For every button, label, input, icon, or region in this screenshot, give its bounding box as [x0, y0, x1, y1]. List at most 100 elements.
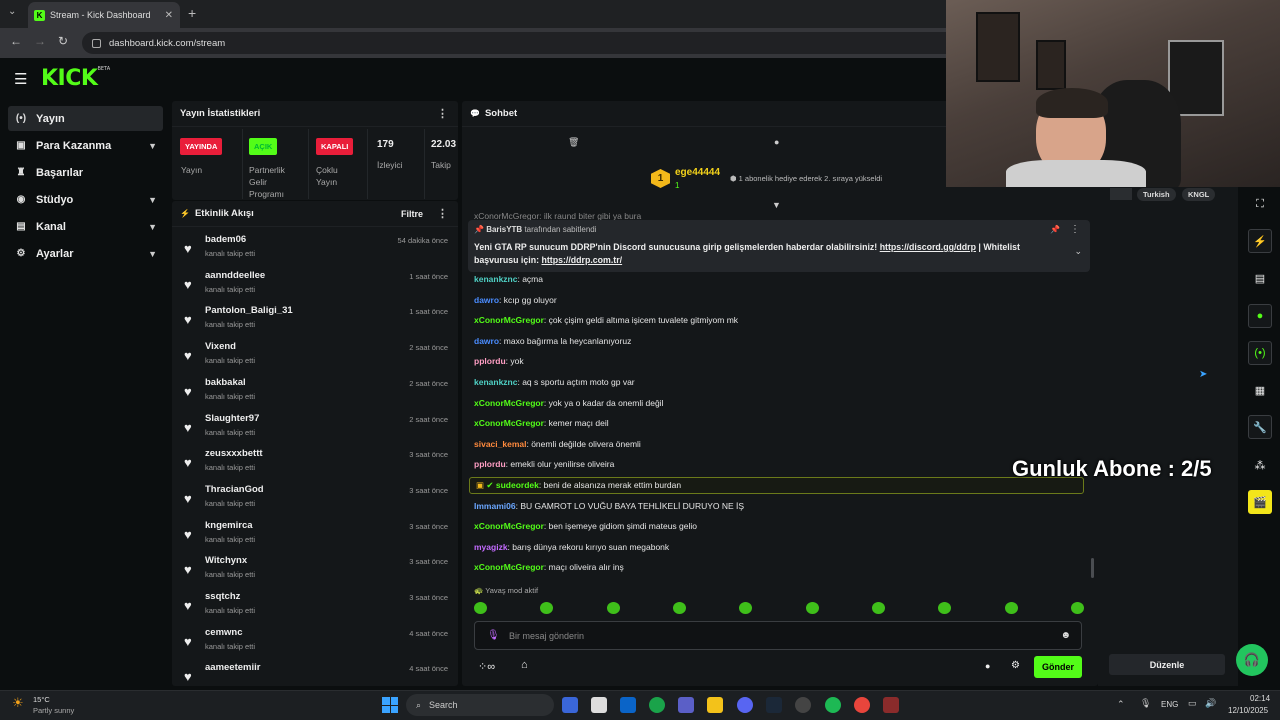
file-explorer-icon[interactable] [707, 697, 723, 713]
chat-username[interactable]: sivaci_kemal [474, 439, 526, 449]
spotify-icon[interactable] [825, 697, 841, 713]
chat-icon[interactable]: ● [1248, 304, 1272, 328]
chat-username[interactable]: kenankznc [474, 377, 517, 387]
chat-username[interactable]: kenankznc [474, 274, 517, 284]
chat-username[interactable]: Immami06 [474, 501, 516, 511]
weather-text[interactable]: Partly sunny [33, 706, 74, 715]
teams-icon[interactable] [678, 697, 694, 713]
feed-user[interactable]: Slaughter97 [205, 413, 259, 424]
feed-user[interactable]: zeusxxxbettt [205, 448, 263, 459]
support-icon[interactable]: 🎧 [1236, 644, 1268, 676]
feed-item[interactable]: ♥ zeusxxxbettt kanalı takip etti 3 saat önc… [180, 448, 450, 482]
pin-icon[interactable]: 📌 [1050, 225, 1060, 234]
obs-icon[interactable] [795, 697, 811, 713]
store-app-icon[interactable] [591, 697, 607, 713]
filter-button[interactable]: Filtre [401, 209, 423, 219]
sidebar-item-ayarlar[interactable]: ⚙ Ayarlar ▼ [8, 241, 163, 266]
trash-icon[interactable]: 🗑 [568, 137, 579, 148]
kick-logo[interactable]: KICKBETA [41, 66, 110, 91]
scroll-down-icon[interactable]: ▼ [772, 200, 781, 210]
feed-user[interactable]: aameetemiir [205, 662, 260, 673]
game-app-icon[interactable] [883, 697, 899, 713]
network-icon[interactable]: ▭ [1188, 698, 1197, 709]
more-options-icon[interactable]: ⋮ [1070, 224, 1080, 235]
clock-time[interactable]: 02:14 [1250, 694, 1270, 703]
windows-start-icon[interactable] [382, 697, 398, 713]
edit-button[interactable]: Düzenle [1109, 654, 1225, 675]
chat-bubble-icon[interactable]: ● [774, 137, 779, 147]
emote-icon[interactable] [474, 602, 487, 614]
chat-scrollbar[interactable] [1091, 558, 1094, 578]
document-icon[interactable]: ▤ [1248, 266, 1272, 290]
fullscreen-icon[interactable]: ⛶ [1248, 192, 1272, 216]
feed-user[interactable]: badem06 [205, 234, 246, 245]
feed-item[interactable]: ♥ ThracianGod kanalı takip etti 3 saat önce [180, 484, 450, 518]
forward-icon[interactable]: → [34, 34, 46, 48]
feed-item[interactable]: ♥ ssqtchz kanalı takip etti 3 saat önce [180, 591, 450, 625]
steam-icon[interactable] [766, 697, 782, 713]
sidebar-item-studyo[interactable]: ◉ Stüdyo ▼ [8, 187, 163, 212]
back-icon[interactable]: ← [10, 34, 22, 48]
sidebar-item-yayin[interactable]: (•) Yayın [8, 106, 163, 131]
chat-settings-bubble-icon[interactable]: ● [985, 661, 990, 671]
close-tab-icon[interactable]: ✕ [165, 10, 173, 21]
send-button[interactable]: Gönder [1034, 656, 1082, 678]
browser-tab[interactable]: K Stream - Kick Dashboard ✕ [28, 2, 180, 28]
chat-username[interactable]: pplordu [474, 459, 506, 469]
emote-icon[interactable] [540, 602, 554, 614]
emote-icon[interactable] [938, 602, 952, 614]
volume-icon[interactable]: 🔊 [1205, 698, 1216, 709]
chat-username[interactable]: dawro [474, 336, 499, 346]
expand-icon[interactable]: ⌄ [1074, 246, 1082, 257]
feed-user[interactable]: Vixend [205, 341, 236, 352]
reload-icon[interactable]: ↻ [58, 34, 68, 48]
feed-item[interactable]: ♥ aannddeellee kanalı takip etti 1 saat önc… [180, 270, 450, 304]
chat-input[interactable]: 🎙 Bir mesaj gönderin ☻ [474, 621, 1082, 650]
emote-icon[interactable] [1070, 602, 1084, 614]
temperature[interactable]: 15°C [33, 695, 50, 704]
language-tag[interactable]: Turkish [1137, 188, 1176, 201]
wrench-icon[interactable]: 🔧 [1248, 415, 1272, 439]
chat-username[interactable]: xConorMcGregor [474, 398, 544, 408]
sidebar-item-basarilar[interactable]: ♜ Başarılar [8, 160, 163, 185]
emote-icon[interactable] [739, 602, 753, 614]
emote-icon[interactable] [805, 602, 819, 614]
chat-username[interactable]: dawro [474, 295, 499, 305]
feed-item[interactable]: ♥ aameetemiir 4 saat önce [180, 662, 450, 686]
feed-user[interactable]: Witchynx [205, 555, 247, 566]
feed-user[interactable]: ThracianGod [205, 484, 264, 495]
feed-item[interactable]: ♥ kngemirca kanalı takip etti 3 saat önce [180, 520, 450, 554]
more-options-icon[interactable]: ⋮ [437, 207, 448, 220]
new-tab-icon[interactable]: + [188, 6, 196, 20]
discord-icon[interactable] [737, 697, 753, 713]
feed-user[interactable]: cemwnc [205, 627, 243, 638]
tray-chevron-icon[interactable]: ⌃ [1117, 699, 1125, 710]
menu-icon[interactable]: ☰ [14, 70, 27, 88]
emote-icon[interactable] [871, 602, 885, 614]
broadcast-icon[interactable]: (•) [1248, 341, 1272, 365]
feed-user[interactable]: bakbakal [205, 377, 246, 388]
url-field[interactable]: dashboard.kick.com/stream [82, 32, 962, 54]
tab-search-icon[interactable]: ⌄ [8, 6, 16, 17]
more-options-icon[interactable]: ⋮ [437, 107, 448, 120]
clock-date[interactable]: 12/10/2025 [1228, 706, 1268, 715]
settings-icon[interactable]: ⚙ [1011, 660, 1020, 671]
chat-username[interactable]: xConorMcGregor [474, 315, 544, 325]
chat-username[interactable]: xConorMcGregor [474, 562, 544, 572]
copilot-icon[interactable] [562, 697, 578, 713]
user-list-icon[interactable]: ▦ [1248, 378, 1272, 402]
store-icon[interactable]: ⌂ [521, 659, 528, 671]
language-indicator[interactable]: ENG [1161, 700, 1178, 709]
feed-item[interactable]: ♥ Witchynx kanalı takip etti 3 saat önce [180, 555, 450, 589]
feed-item[interactable]: ♥ Vixend kanalı takip etti 2 saat önce [180, 341, 450, 375]
chat-username[interactable]: pplordu [474, 356, 506, 366]
chat-username[interactable]: xConorMcGregor [474, 418, 544, 428]
emote-icon[interactable] [672, 602, 686, 614]
edge-icon[interactable] [649, 697, 665, 713]
apps-icon[interactable]: ⁂ [1248, 453, 1272, 477]
chat-username[interactable]: myagizk [474, 542, 508, 552]
site-info-icon[interactable] [92, 38, 101, 48]
taskbar-search[interactable]: ⌕ Search [406, 694, 554, 716]
feed-item[interactable]: ♥ badem06 kanalı takip etti 54 dakika önce [180, 234, 450, 268]
feed-user[interactable]: aannddeellee [205, 270, 265, 281]
